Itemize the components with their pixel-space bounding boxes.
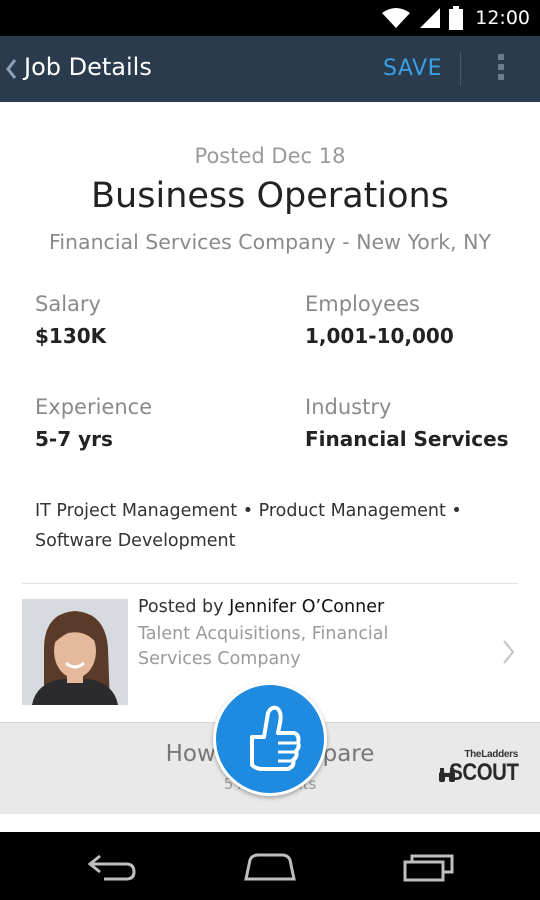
chevron-left-icon[interactable] bbox=[4, 58, 18, 80]
skills-line: IT Project Management • Product Manageme… bbox=[35, 501, 462, 521]
thumbs-up-button[interactable] bbox=[213, 682, 327, 796]
experience-label: Experience bbox=[35, 395, 153, 419]
logo-big-text: SCOUT bbox=[448, 759, 519, 786]
overflow-menu-icon[interactable] bbox=[496, 54, 506, 84]
back-nav-icon[interactable] bbox=[86, 852, 138, 882]
save-button[interactable]: SAVE bbox=[383, 56, 442, 81]
signal-icon bbox=[420, 8, 441, 28]
industry-label: Industry bbox=[305, 395, 392, 419]
home-nav-icon[interactable] bbox=[242, 852, 298, 882]
job-title: Business Operations bbox=[91, 176, 449, 216]
page-title[interactable]: Job Details bbox=[24, 53, 152, 81]
poster-name: Jennifer O’Conner bbox=[229, 597, 385, 617]
experience-value: 5-7 yrs bbox=[35, 427, 113, 451]
status-time: 12:00 bbox=[475, 7, 530, 29]
salary-label: Salary bbox=[35, 292, 101, 316]
avatar[interactable] bbox=[22, 599, 128, 705]
battery-icon bbox=[449, 6, 464, 30]
recents-nav-icon[interactable] bbox=[402, 852, 456, 882]
posted-date: Posted Dec 18 bbox=[194, 144, 346, 168]
action-bar-divider bbox=[460, 52, 461, 86]
poster-role: Talent Acquisitions, Financial Services … bbox=[138, 622, 438, 672]
ladders-scout-logo: TheLadders SCOUT bbox=[438, 749, 520, 789]
job-company-location: Financial Services Company - New York, N… bbox=[49, 230, 491, 254]
posted-by-prefix: Posted by bbox=[138, 597, 230, 617]
action-bar: Job Details SAVE bbox=[0, 36, 540, 102]
system-nav-bar bbox=[0, 832, 540, 900]
thumbs-up-icon bbox=[250, 705, 301, 771]
employees-value: 1,001-10,000 bbox=[305, 324, 454, 348]
poster-role-line: Talent Acquisitions, Financial bbox=[138, 624, 389, 644]
industry-value: Financial Services bbox=[305, 427, 509, 451]
chevron-right-icon[interactable] bbox=[502, 639, 516, 665]
employees-label: Employees bbox=[305, 292, 420, 316]
posted-by[interactable]: Posted by Jennifer O’Conner bbox=[138, 597, 384, 617]
status-bar: 12:00 bbox=[0, 0, 540, 36]
skills-line: Software Development bbox=[35, 531, 236, 551]
section-divider bbox=[22, 583, 518, 584]
poster-role-line: Services Company bbox=[138, 649, 301, 669]
salary-value: $130K bbox=[35, 324, 107, 348]
skills-list: IT Project Management • Product Manageme… bbox=[35, 496, 495, 556]
status-icons: 12:00 bbox=[381, 0, 530, 36]
wifi-icon bbox=[382, 8, 411, 28]
